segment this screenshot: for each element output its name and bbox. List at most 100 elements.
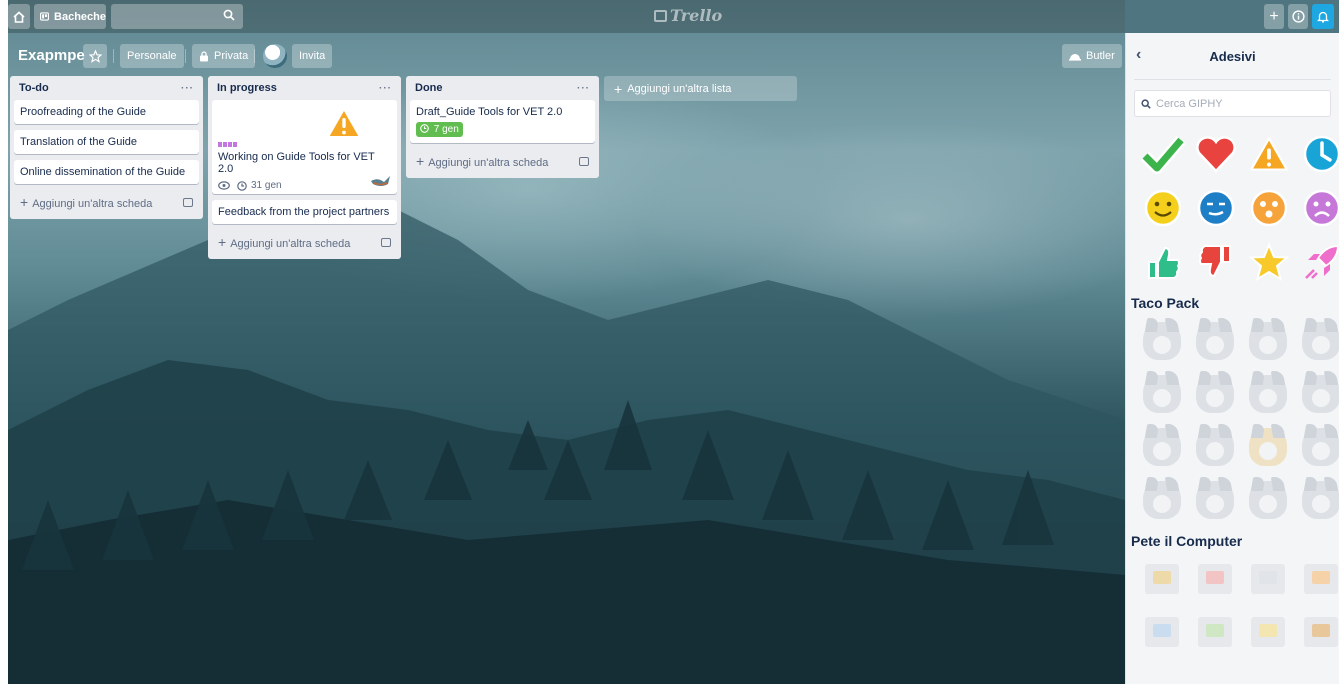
taco-sticker[interactable] — [1196, 322, 1234, 360]
card-title: Online dissemination of the Guide — [20, 166, 186, 178]
star-sticker[interactable] — [1242, 235, 1295, 289]
plus-icon: + — [20, 194, 29, 210]
pete-sticker[interactable] — [1304, 564, 1338, 594]
add-card-button[interactable]: + Aggiungi un'altra scheda — [212, 230, 397, 254]
card-template-icon[interactable] — [183, 197, 193, 207]
taco-sticker[interactable] — [1249, 481, 1287, 519]
card-template-icon[interactable] — [381, 237, 391, 247]
thumbs-down-sticker[interactable] — [1189, 235, 1242, 289]
boards-label: Bacheche — [54, 10, 106, 23]
check-sticker[interactable] — [1136, 127, 1189, 181]
card[interactable]: Proofreading of the Guide — [14, 100, 199, 124]
taco-sticker[interactable] — [1302, 375, 1339, 413]
taco-sticker[interactable] — [1143, 428, 1181, 466]
back-arrow-icon[interactable]: ‹ — [1136, 46, 1141, 64]
clock-sticker[interactable] — [1295, 127, 1339, 181]
taco-sticker[interactable] — [1143, 481, 1181, 519]
smile-sticker[interactable] — [1136, 181, 1189, 235]
card[interactable]: Working on Guide Tools for VET 2.0 31 ge… — [212, 100, 397, 194]
window-left-margin — [0, 0, 8, 684]
list-header[interactable]: Done ··· — [406, 76, 599, 100]
sticker-grid — [1136, 127, 1339, 289]
invite-label: Invita — [299, 50, 326, 62]
taco-sticker[interactable] — [1302, 322, 1339, 360]
add-card-button[interactable]: + Aggiungi un'altra scheda — [14, 190, 199, 214]
pete-sticker[interactable] — [1145, 617, 1179, 647]
list-menu-icon[interactable]: ··· — [379, 83, 392, 94]
card[interactable]: Draft_Guide Tools for VET 2.0 7 gen — [410, 100, 595, 143]
clock-icon — [237, 180, 247, 191]
sidebar-title: Adesivi — [1209, 48, 1256, 64]
list-header[interactable]: To-do ··· — [10, 76, 203, 100]
pete-sticker[interactable] — [1145, 564, 1179, 594]
visibility-button[interactable]: Privata — [192, 44, 256, 68]
sad-sticker[interactable] — [1295, 181, 1339, 235]
taco-sticker[interactable] — [1302, 428, 1339, 466]
star-board-button[interactable] — [83, 44, 107, 68]
due-date-badge[interactable]: 7 gen — [416, 122, 463, 137]
taco-sticker[interactable] — [1143, 375, 1181, 413]
card[interactable]: Translation of the Guide — [14, 130, 199, 154]
eye-icon — [218, 181, 230, 190]
stickers-sidebar: ‹ Adesivi Cerca GIPHY Taco Pack Pete il … — [1125, 33, 1339, 684]
warning-sticker[interactable] — [1242, 127, 1295, 181]
info-button[interactable] — [1288, 4, 1308, 29]
list-title[interactable]: Done — [415, 82, 443, 94]
boards-button[interactable]: Bacheche — [34, 4, 106, 29]
create-button[interactable]: + — [1264, 4, 1284, 29]
taco-sticker[interactable] — [1143, 322, 1181, 360]
thumbs-up-sticker[interactable] — [1136, 235, 1189, 289]
header-divider — [113, 49, 114, 63]
pete-sticker[interactable] — [1304, 617, 1338, 647]
pete-sticker[interactable] — [1251, 617, 1285, 647]
logo-text: Trello — [670, 6, 723, 25]
card[interactable]: Online dissemination of the Guide — [14, 160, 199, 184]
list-to-do: To-do ··· Proofreading of the Guide Tran… — [10, 76, 203, 219]
home-button[interactable] — [8, 4, 30, 29]
card-template-icon[interactable] — [579, 156, 589, 166]
trello-logo[interactable]: Trello — [654, 6, 722, 25]
star-icon — [88, 49, 102, 63]
taco-sticker[interactable] — [1196, 428, 1234, 466]
sidebar-header: ‹ Adesivi — [1134, 33, 1331, 80]
list-menu-icon[interactable]: ··· — [181, 83, 194, 94]
bell-icon — [1317, 11, 1329, 23]
heart-sticker[interactable] — [1189, 127, 1242, 181]
butler-button[interactable]: Butler — [1062, 44, 1122, 68]
due-date: 7 gen — [433, 124, 459, 135]
wink-sticker[interactable] — [1189, 181, 1242, 235]
pete-sticker[interactable] — [1251, 564, 1285, 594]
team-button[interactable]: Personale — [120, 44, 184, 68]
list-title[interactable]: In progress — [217, 82, 277, 94]
giphy-search-input[interactable]: Cerca GIPHY — [1134, 90, 1331, 117]
add-card-button[interactable]: + Aggiungi un'altra scheda — [410, 149, 595, 173]
card-title: Draft_Guide Tools for VET 2.0 — [416, 106, 563, 118]
surprised-sticker[interactable] — [1242, 181, 1295, 235]
taco-sticker[interactable] — [1196, 375, 1234, 413]
search-input[interactable] — [111, 4, 243, 29]
list-menu-icon[interactable]: ··· — [577, 83, 590, 94]
taco-sticker[interactable] — [1249, 322, 1287, 360]
card[interactable]: Feedback from the project partners — [212, 200, 397, 224]
plus-icon: + — [614, 80, 623, 97]
taco-sticker[interactable] — [1249, 428, 1287, 466]
taco-sticker[interactable] — [1249, 375, 1287, 413]
trello-logo-icon — [654, 10, 667, 22]
board-title[interactable]: Exapmpe — [18, 47, 85, 64]
invite-button[interactable]: Invita — [292, 44, 333, 68]
taco-sticker-grid — [1136, 315, 1339, 527]
add-card-label: Aggiungi un'altra scheda — [32, 198, 153, 210]
taco-sticker[interactable] — [1302, 481, 1339, 519]
member-avatar-small[interactable] — [370, 173, 392, 189]
pete-sticker[interactable] — [1198, 564, 1232, 594]
pete-sticker[interactable] — [1198, 617, 1232, 647]
list-title[interactable]: To-do — [19, 82, 49, 94]
list-header[interactable]: In progress ··· — [208, 76, 401, 100]
add-list-button[interactable]: + Aggiungi un'altra lista — [604, 76, 797, 101]
notifications-button[interactable] — [1312, 4, 1334, 29]
rocket-sticker[interactable] — [1295, 235, 1339, 289]
team-label: Personale — [127, 50, 177, 62]
taco-sticker[interactable] — [1196, 481, 1234, 519]
member-avatar[interactable] — [263, 44, 287, 68]
card-title: Feedback from the project partners — [218, 206, 390, 218]
